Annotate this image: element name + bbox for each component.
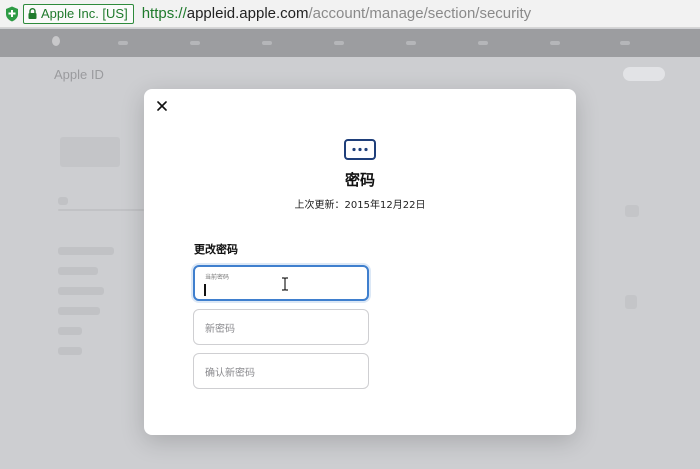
shield-icon[interactable] (4, 5, 19, 22)
ibeam-cursor-icon (281, 276, 289, 291)
address-bar[interactable]: Apple Inc. [US] https://appleid.apple.co… (0, 0, 700, 28)
background-pill-button (623, 67, 665, 81)
apple-logo-icon (52, 36, 60, 46)
password-dialog: 密码 上次更新：2015年12月22日 更改密码 当前密码 新密码 确认新密码 (144, 89, 576, 435)
password-icon (344, 139, 376, 160)
apple-global-nav (0, 29, 700, 57)
url-text[interactable]: https://appleid.apple.com/account/manage… (142, 5, 531, 22)
confirm-password-placeholder: 确认新密码 (205, 368, 255, 379)
confirm-password-field[interactable]: 确认新密码 (193, 353, 369, 389)
ev-certificate-badge[interactable]: Apple Inc. [US] (23, 3, 134, 24)
current-password-label: 当前密码 (205, 274, 230, 281)
last-updated-text: 上次更新：2015年12月22日 (294, 200, 426, 211)
change-password-heading: 更改密码 (194, 243, 238, 256)
dialog-title: 密码 (344, 171, 375, 189)
lock-icon (28, 8, 37, 19)
background-page-title: Apple ID (54, 67, 104, 82)
close-icon[interactable] (155, 99, 169, 113)
background-avatar-block (60, 137, 120, 167)
new-password-field[interactable]: 新密码 (193, 309, 369, 345)
new-password-placeholder: 新密码 (205, 324, 235, 335)
cert-label: Apple Inc. [US] (41, 6, 128, 21)
text-caret (204, 284, 206, 296)
